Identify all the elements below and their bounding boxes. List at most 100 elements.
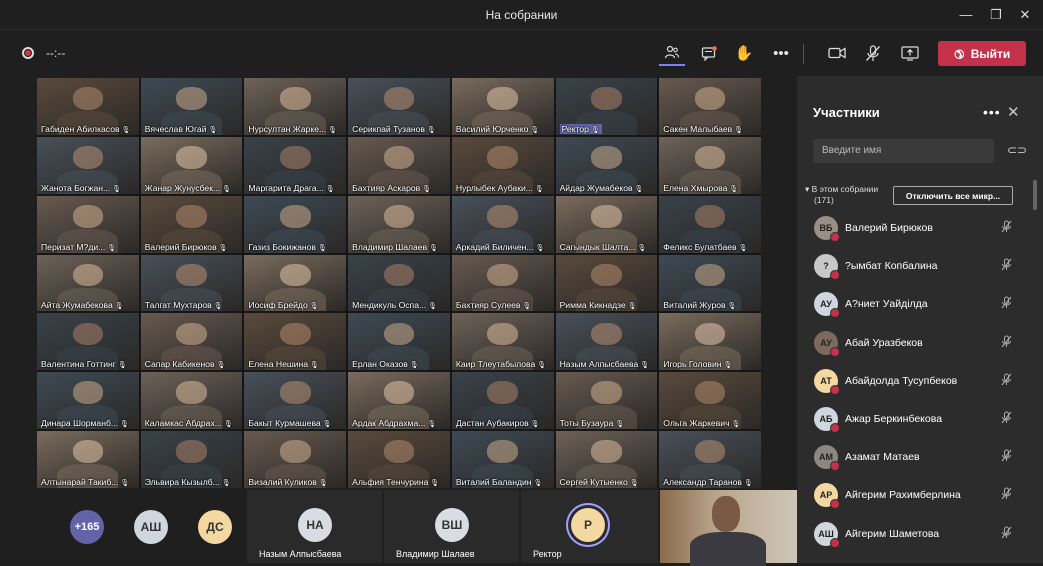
video-tile[interactable]: Талгат Мухтаров: [140, 254, 243, 312]
video-tile-name: Серикпай Тузанов: [352, 124, 436, 134]
avatar[interactable]: ДС: [198, 510, 232, 544]
video-tile[interactable]: Жанар Жунусбек...: [140, 136, 243, 194]
video-tile[interactable]: Каир Тлеутабылова: [451, 313, 554, 371]
video-tile[interactable]: Динара Шорманб...: [37, 372, 139, 430]
video-tile[interactable]: Ректор: [555, 78, 658, 135]
video-tile[interactable]: Тоты Бузаура: [555, 372, 658, 430]
share-screen-button[interactable]: [897, 40, 923, 66]
video-tile[interactable]: Эльвира Кызылб...: [140, 431, 243, 488]
video-tile[interactable]: Серикпай Тузанов: [348, 78, 450, 135]
video-tile[interactable]: Сагындык Шалта...: [555, 195, 658, 253]
video-tile[interactable]: Аркадий Биличен...: [451, 195, 554, 253]
mic-off-icon[interactable]: [1001, 258, 1012, 274]
video-tile[interactable]: Сакен Малыбаев: [659, 78, 761, 135]
video-tile[interactable]: Сергей Кутыенко: [555, 431, 658, 488]
video-tile[interactable]: Александр Таранов: [659, 431, 761, 488]
mic-off-icon[interactable]: [1001, 411, 1012, 427]
video-tile[interactable]: Каламкас Абдрах...: [140, 372, 243, 430]
video-tile[interactable]: Алтынарай Такиб...: [37, 431, 139, 488]
video-tile[interactable]: Нурлыбек Аубаки...: [451, 136, 554, 194]
mic-off-icon[interactable]: [1001, 487, 1012, 503]
panel-close-button[interactable]: ✕: [1007, 103, 1020, 121]
video-tile[interactable]: Мендикуль Оспа...: [348, 254, 450, 312]
video-tile[interactable]: Василий Юрченко: [451, 78, 554, 135]
panel-more-button[interactable]: •••: [983, 104, 1001, 120]
video-face: [72, 145, 104, 169]
video-tile[interactable]: Газиз Бокижанов: [244, 195, 347, 253]
mic-off-icon[interactable]: [1001, 526, 1012, 542]
mic-off-icon[interactable]: [1001, 373, 1012, 389]
raise-hand-button[interactable]: ✋: [731, 40, 757, 66]
video-tile[interactable]: Жанота Богжан...: [37, 136, 139, 194]
overflow-count-badge[interactable]: +165: [70, 510, 104, 544]
video-tile[interactable]: Нурсултан Жарке...: [244, 78, 347, 135]
avatar: Р: [571, 508, 605, 542]
participant-row[interactable]: АШ Айгерим Шаметова: [797, 515, 1033, 553]
participant-row[interactable]: АР Айгерим Рахимберлина: [797, 476, 1033, 514]
participant-row[interactable]: ВБ Валерий Бирюков: [797, 209, 1033, 247]
more-actions-button[interactable]: •••: [768, 40, 794, 66]
close-window-button[interactable]: ✕: [1012, 4, 1038, 26]
video-face: [72, 263, 104, 287]
video-tile[interactable]: Римма Кикнадзе: [555, 254, 658, 312]
search-input[interactable]: Введите имя: [813, 139, 994, 163]
video-tile[interactable]: Вячеслав Югай: [140, 78, 243, 135]
mic-button[interactable]: [860, 40, 886, 66]
participant-row[interactable]: АУ А?ниет Уайділда: [797, 285, 1033, 323]
video-tile[interactable]: Феликс Булатбаев: [659, 195, 761, 253]
participant-tile[interactable]: Р Ректор: [521, 490, 658, 563]
chat-button[interactable]: [696, 40, 722, 66]
video-face: [383, 263, 415, 287]
video-tile[interactable]: Назым Алпысбаева: [555, 313, 658, 371]
video-tile[interactable]: Габиден Абилкасов: [37, 78, 139, 135]
link-icon[interactable]: ⊂⊃: [1007, 143, 1027, 157]
camera-button[interactable]: [824, 40, 850, 66]
video-tile[interactable]: Валентина Готтинг: [37, 313, 139, 371]
maximize-button[interactable]: ❐: [983, 4, 1009, 26]
video-tile[interactable]: Айта Жумабекова: [37, 254, 139, 312]
video-tile[interactable]: Валерий Бирюков: [140, 195, 243, 253]
video-tile[interactable]: Ардак Абдрахма...: [348, 372, 450, 430]
participant-tile[interactable]: ВШ Владимир Шалаев: [384, 490, 519, 563]
video-tile[interactable]: Елена Нешина: [244, 313, 347, 371]
video-tile-name: Бакыт Курмашева: [248, 418, 331, 428]
minimize-button[interactable]: —: [953, 4, 979, 26]
video-tile[interactable]: Виталий Журов: [659, 254, 761, 312]
participants-button[interactable]: [659, 40, 685, 66]
leave-label: Выйти: [970, 46, 1011, 61]
video-tile[interactable]: Перизат М?ди...: [37, 195, 139, 253]
participant-tile[interactable]: НА Назым Алпысбаева: [247, 490, 382, 563]
mute-all-button[interactable]: Отключить все микр...: [893, 186, 1013, 205]
video-tile[interactable]: Маргарита Драга...: [244, 136, 347, 194]
video-tile[interactable]: Ольга Жаркевич: [659, 372, 761, 430]
participant-row[interactable]: АТ Абайдолда Тусупбеков: [797, 362, 1033, 400]
participant-row[interactable]: АУ Абай Уразбеков: [797, 324, 1033, 362]
video-tile[interactable]: Визалий Куликов: [244, 431, 347, 488]
participant-row[interactable]: ? ?ымбат Копбалина: [797, 247, 1033, 285]
video-tile[interactable]: Игорь Головин: [659, 313, 761, 371]
video-tile[interactable]: Владимир Шалаев: [348, 195, 450, 253]
mic-off-icon[interactable]: [1001, 449, 1012, 465]
video-tile[interactable]: Альфия Тенчурина: [348, 431, 450, 488]
video-face: [383, 87, 415, 110]
leave-button[interactable]: ✆ Выйти: [938, 41, 1026, 66]
mic-off-icon[interactable]: [1001, 296, 1012, 312]
participant-row[interactable]: АБ Ажар Беркинбекова: [797, 400, 1033, 438]
video-tile[interactable]: Ерлан Оказов: [348, 313, 450, 371]
participant-tile-name: Владимир Шалаев: [396, 549, 475, 559]
video-tile[interactable]: Иосиф Брейдо: [244, 254, 347, 312]
panel-scrollbar[interactable]: [1033, 180, 1037, 210]
video-tile[interactable]: Виталий Баландин: [451, 431, 554, 488]
video-tile[interactable]: Бахтияр Сулеев: [451, 254, 554, 312]
mic-off-icon[interactable]: [1001, 335, 1012, 351]
video-tile[interactable]: Айдар Жумабеков: [555, 136, 658, 194]
video-tile[interactable]: Елена Хмырова: [659, 136, 761, 194]
video-tile[interactable]: Бакыт Курмашева: [244, 372, 347, 430]
mic-off-icon[interactable]: [1001, 220, 1012, 236]
video-tile[interactable]: Бахтияр Аскаров: [348, 136, 450, 194]
video-tile[interactable]: Сапар Кабикенов: [140, 313, 243, 371]
avatar[interactable]: АШ: [134, 510, 168, 544]
participant-row[interactable]: АМ Азамат Матаев: [797, 438, 1033, 476]
video-tile[interactable]: Дастан Аубакиров: [451, 372, 554, 430]
section-header[interactable]: ▾ В этом собрании (171): [805, 184, 878, 206]
